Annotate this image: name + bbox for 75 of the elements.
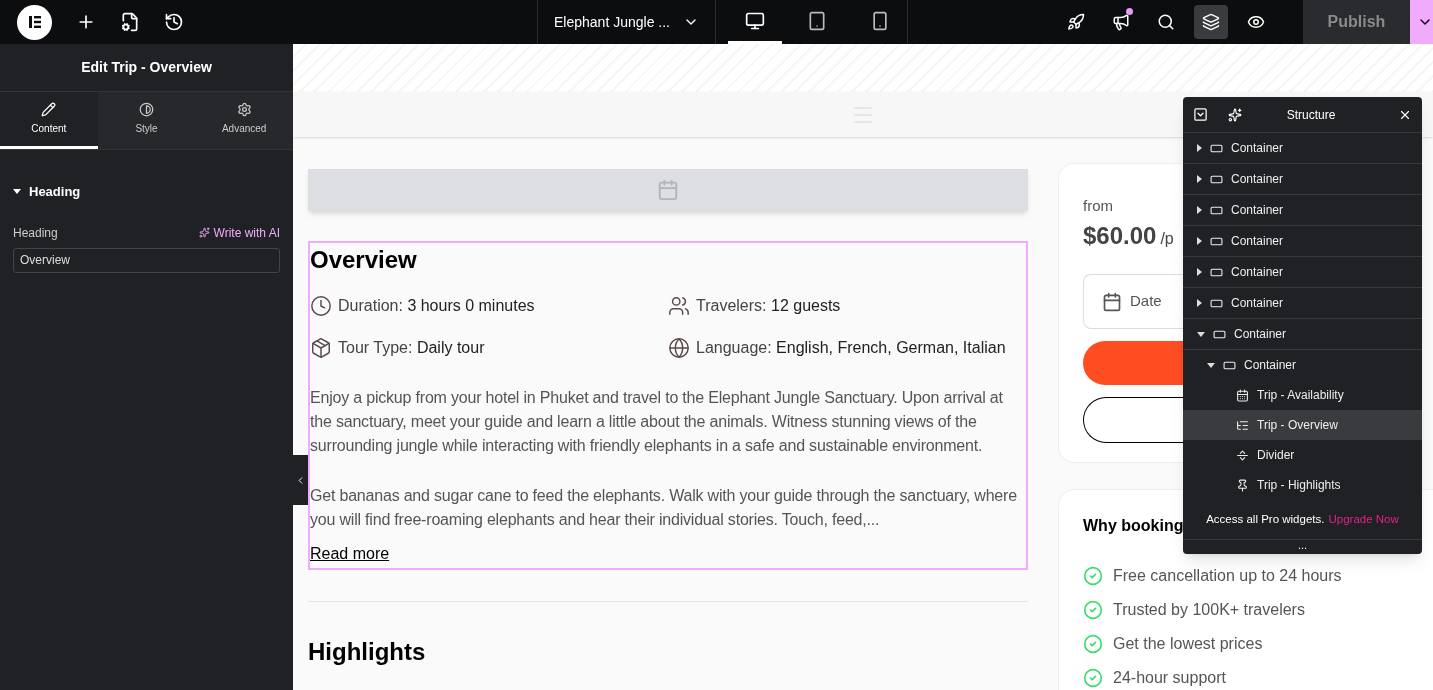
- fact-text: Duration: 3 hours 0 minutes: [338, 296, 535, 316]
- heading-input[interactable]: Overview: [13, 247, 280, 273]
- sparkle-icon: [198, 227, 210, 238]
- ai-sparkle-icon[interactable]: [1228, 107, 1242, 122]
- page-settings-icon[interactable]: [120, 12, 140, 32]
- book-button[interactable]: [1083, 341, 1183, 385]
- structure-title: Structure: [1285, 106, 1337, 124]
- price-from-label: from: [1083, 197, 1113, 214]
- globe-icon: [668, 337, 690, 359]
- box-icon: [310, 337, 332, 359]
- panel-tab[interactable]: Advanced: [195, 92, 293, 149]
- panel-tab[interactable]: Style: [97, 92, 196, 149]
- search-icon: [1157, 13, 1175, 31]
- fact-text: Language: English, French, German, Italian: [696, 338, 1006, 358]
- elementor-logo-icon[interactable]: [17, 4, 52, 40]
- pencil-icon: [41, 102, 57, 117]
- benefit-text: 24-hour support: [1113, 668, 1226, 688]
- clock-icon: [310, 295, 332, 317]
- structure-item[interactable]: Trip - Availability: [1183, 380, 1422, 410]
- structure-item[interactable]: Container: [1183, 164, 1422, 195]
- eye-icon: [1247, 13, 1265, 31]
- structure-item[interactable]: Container: [1183, 319, 1422, 350]
- overview-heading: Overview: [310, 245, 418, 272]
- structure-item[interactable]: Container: [1183, 350, 1422, 380]
- check-icon: [1083, 668, 1103, 688]
- description-paragraph: Get bananas and sugar cane to feed the elephants. Walk with your guide through the sanctuary, where you will find free-roaming elephants and hear their individual stories. Touch, feed,...: [310, 486, 1018, 530]
- calendar-icon: [1236, 388, 1249, 402]
- contrast-icon: [139, 102, 154, 117]
- read-more-link[interactable]: Read more: [310, 542, 390, 566]
- price: $60.00: [1083, 221, 1157, 251]
- desktop-icon: [745, 10, 766, 31]
- check-icon: [1083, 600, 1103, 620]
- highlights-heading: Highlights: [308, 637, 427, 667]
- check-icon: [1083, 634, 1103, 654]
- price-unit: /p: [1160, 229, 1174, 249]
- upgrade-link[interactable]: Upgrade Now: [1328, 510, 1399, 529]
- benefit-text: Trusted by 100K+ travelers: [1113, 600, 1305, 620]
- why-title: Why booking: [1083, 517, 1184, 534]
- history-icon[interactable]: [164, 12, 184, 32]
- rocket-icon: [1067, 13, 1085, 31]
- settings-icon: [236, 102, 252, 117]
- structure-item[interactable]: Trip - Highlights: [1183, 470, 1422, 500]
- list-icon: [1236, 418, 1249, 432]
- publish-button[interactable]: Publish: [1303, 0, 1410, 44]
- section-toggle[interactable]: Heading: [13, 182, 81, 202]
- calendar-icon: [1102, 291, 1122, 312]
- structure-item[interactable]: Container: [1183, 195, 1422, 226]
- megaphone-icon: [1112, 13, 1130, 31]
- structure-item[interactable]: Trip - Overview: [1183, 410, 1422, 440]
- toolbar-button[interactable]: [1194, 5, 1228, 39]
- publish-options-button[interactable]: [1410, 0, 1433, 44]
- structure-item[interactable]: Divider: [1183, 440, 1422, 470]
- layers-icon: [1202, 13, 1220, 31]
- check-icon: [1083, 566, 1103, 586]
- fact-text: Tour Type: Daily tour: [338, 338, 485, 358]
- structure-item[interactable]: Container: [1183, 257, 1422, 288]
- benefit-text: Free cancellation up to 24 hours: [1113, 566, 1342, 586]
- panel-title: Edit Trip - Overview: [81, 58, 212, 77]
- pin-icon: [1236, 478, 1249, 492]
- people-icon: [668, 295, 690, 317]
- structure-item[interactable]: Container: [1183, 133, 1422, 164]
- description-paragraph: Enjoy a pickup from your hotel in Phuket and travel to the Elephant Jungle Sanctuary. Upon arrival at the sanctuary, meet your guide and learn a little about the animals. Witness stunning views of the surrounding jungle while interacting with friendly elephants in a safe and sustainable environment.: [310, 388, 1004, 456]
- calendar-icon: [657, 179, 679, 201]
- promo-text: Access all Pro widgets.: [1206, 511, 1325, 527]
- field-label: Heading: [13, 224, 58, 242]
- fact-text: Travelers: 12 guests: [696, 296, 841, 316]
- write-with-ai-link[interactable]: Write with AI: [198, 223, 280, 242]
- benefit-text: Get the lowest prices: [1113, 634, 1263, 654]
- structure-item[interactable]: Container: [1183, 226, 1422, 257]
- more-handle[interactable]: ...: [1297, 539, 1308, 551]
- tablet-icon: [807, 10, 828, 31]
- collapse-panel-handle[interactable]: [293, 455, 308, 505]
- divider-icon: [1236, 448, 1249, 462]
- structure-item[interactable]: Container: [1183, 288, 1422, 319]
- collapse-icon[interactable]: [1193, 107, 1208, 122]
